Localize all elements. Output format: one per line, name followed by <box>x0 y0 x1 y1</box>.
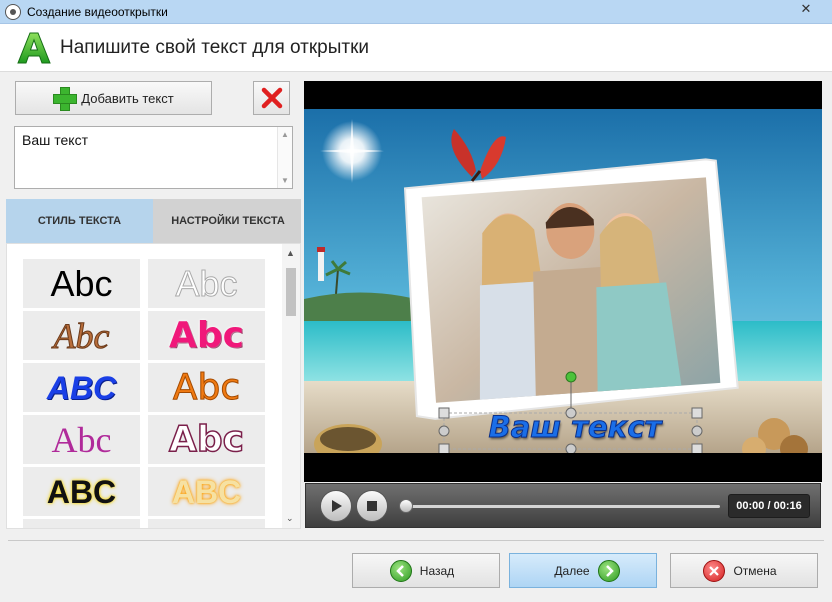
style-preview-text: Abc <box>51 419 112 460</box>
style-preview-text: Abc <box>169 314 244 356</box>
stop-button[interactable] <box>356 490 388 522</box>
style-option-outline[interactable]: Abc <box>148 259 265 308</box>
style-option-glow[interactable]: ABC <box>148 467 265 516</box>
stop-icon <box>367 501 377 511</box>
cancel-button[interactable]: Отмена <box>670 553 818 588</box>
arrow-left-icon <box>389 559 412 582</box>
style-option-gothic[interactable]: Abc <box>23 311 140 360</box>
next-button[interactable]: Далее <box>509 553 657 588</box>
style-preview-text: Abc <box>175 262 238 304</box>
style-option-pink-bold[interactable]: Abc <box>148 311 265 360</box>
scrollbar-thumb[interactable] <box>286 268 296 316</box>
text-tool-logo-icon <box>16 30 52 66</box>
style-preview-text: Abc <box>168 418 244 460</box>
style-option-plain[interactable]: Abc <box>23 259 140 308</box>
tab-text-style[interactable]: СТИЛЬ ТЕКСТА <box>6 199 153 250</box>
style-preview-text: Abc <box>53 315 110 356</box>
window-title: Создание видеооткрытки <box>27 4 168 19</box>
style-preview-text: ABC <box>171 473 242 510</box>
page-title: Напишите свой текст для открытки <box>60 36 370 58</box>
add-text-button[interactable]: Добавить текст <box>15 81 212 115</box>
style-option-dotted-outline[interactable]: Abc <box>148 415 265 464</box>
styles-scrollbar[interactable]: ▲ ⌄ <box>282 244 300 528</box>
delete-text-button[interactable] <box>253 81 290 115</box>
caption-text-value: Ваш текст <box>22 132 88 148</box>
window-close-button[interactable]: ✕ <box>786 0 826 18</box>
back-button[interactable]: Назад <box>352 553 500 588</box>
preview-overlay-text[interactable]: Ваш текст <box>450 410 700 445</box>
chevron-down-icon[interactable]: ⌄ <box>286 513 294 524</box>
scroll-up-icon: ▲ <box>281 130 289 139</box>
add-text-label: Добавить текст <box>81 90 174 106</box>
style-option-blue-brush[interactable]: ABC <box>23 363 140 412</box>
style-option-black-yellow[interactable]: ABC <box>23 467 140 516</box>
film-reel-icon <box>5 3 21 20</box>
beach-postcard-illustration <box>304 109 822 453</box>
play-button[interactable] <box>320 490 352 522</box>
arrow-right-icon <box>597 559 620 582</box>
preview-scene: Ваш текст <box>304 109 822 453</box>
preview-area: Ваш текст <box>304 81 822 482</box>
style-preview-text: ABC <box>46 369 117 406</box>
style-option-partial[interactable] <box>148 519 265 528</box>
cancel-label: Отмена <box>733 563 777 578</box>
scroll-down-icon: ▼ <box>281 176 289 185</box>
seek-track[interactable] <box>404 505 720 508</box>
text-styles-panel: Abc Abc Abc Abc ABC Abc Abc Abc ABC ABC … <box>6 243 301 529</box>
title-bar: Создание видеооткрытки ✕ <box>0 0 832 24</box>
page-header: Напишите свой текст для открытки <box>0 24 832 72</box>
delete-x-icon <box>261 87 282 109</box>
next-label: Далее <box>554 563 590 578</box>
plus-icon <box>53 87 78 111</box>
style-preview-text: ABC <box>46 473 117 510</box>
time-display: 00:00 / 00:16 <box>728 494 810 518</box>
style-preview-text: Abc <box>172 366 241 408</box>
scroll-up-icon[interactable]: ▲ <box>286 248 295 258</box>
caption-text-input[interactable]: Ваш текст ▲ ▼ <box>14 126 293 189</box>
play-icon <box>332 500 342 512</box>
tab-text-settings[interactable]: НАСТРОЙКИ ТЕКСТА <box>155 199 301 243</box>
seek-slider-handle[interactable] <box>399 499 413 513</box>
back-label: Назад <box>419 563 455 578</box>
style-tabs: СТИЛЬ ТЕКСТА НАСТРОЙКИ ТЕКСТА <box>6 199 301 250</box>
player-controls: 00:00 / 00:16 <box>305 483 821 528</box>
caption-scrollbar[interactable]: ▲ ▼ <box>277 127 292 188</box>
style-preview-text: Abc <box>50 262 113 304</box>
style-option-purple[interactable]: Abc <box>23 415 140 464</box>
style-option-orange[interactable]: Abc <box>148 363 265 412</box>
cancel-x-icon <box>703 559 726 582</box>
style-option-partial[interactable] <box>23 519 140 528</box>
footer-divider <box>8 540 824 541</box>
